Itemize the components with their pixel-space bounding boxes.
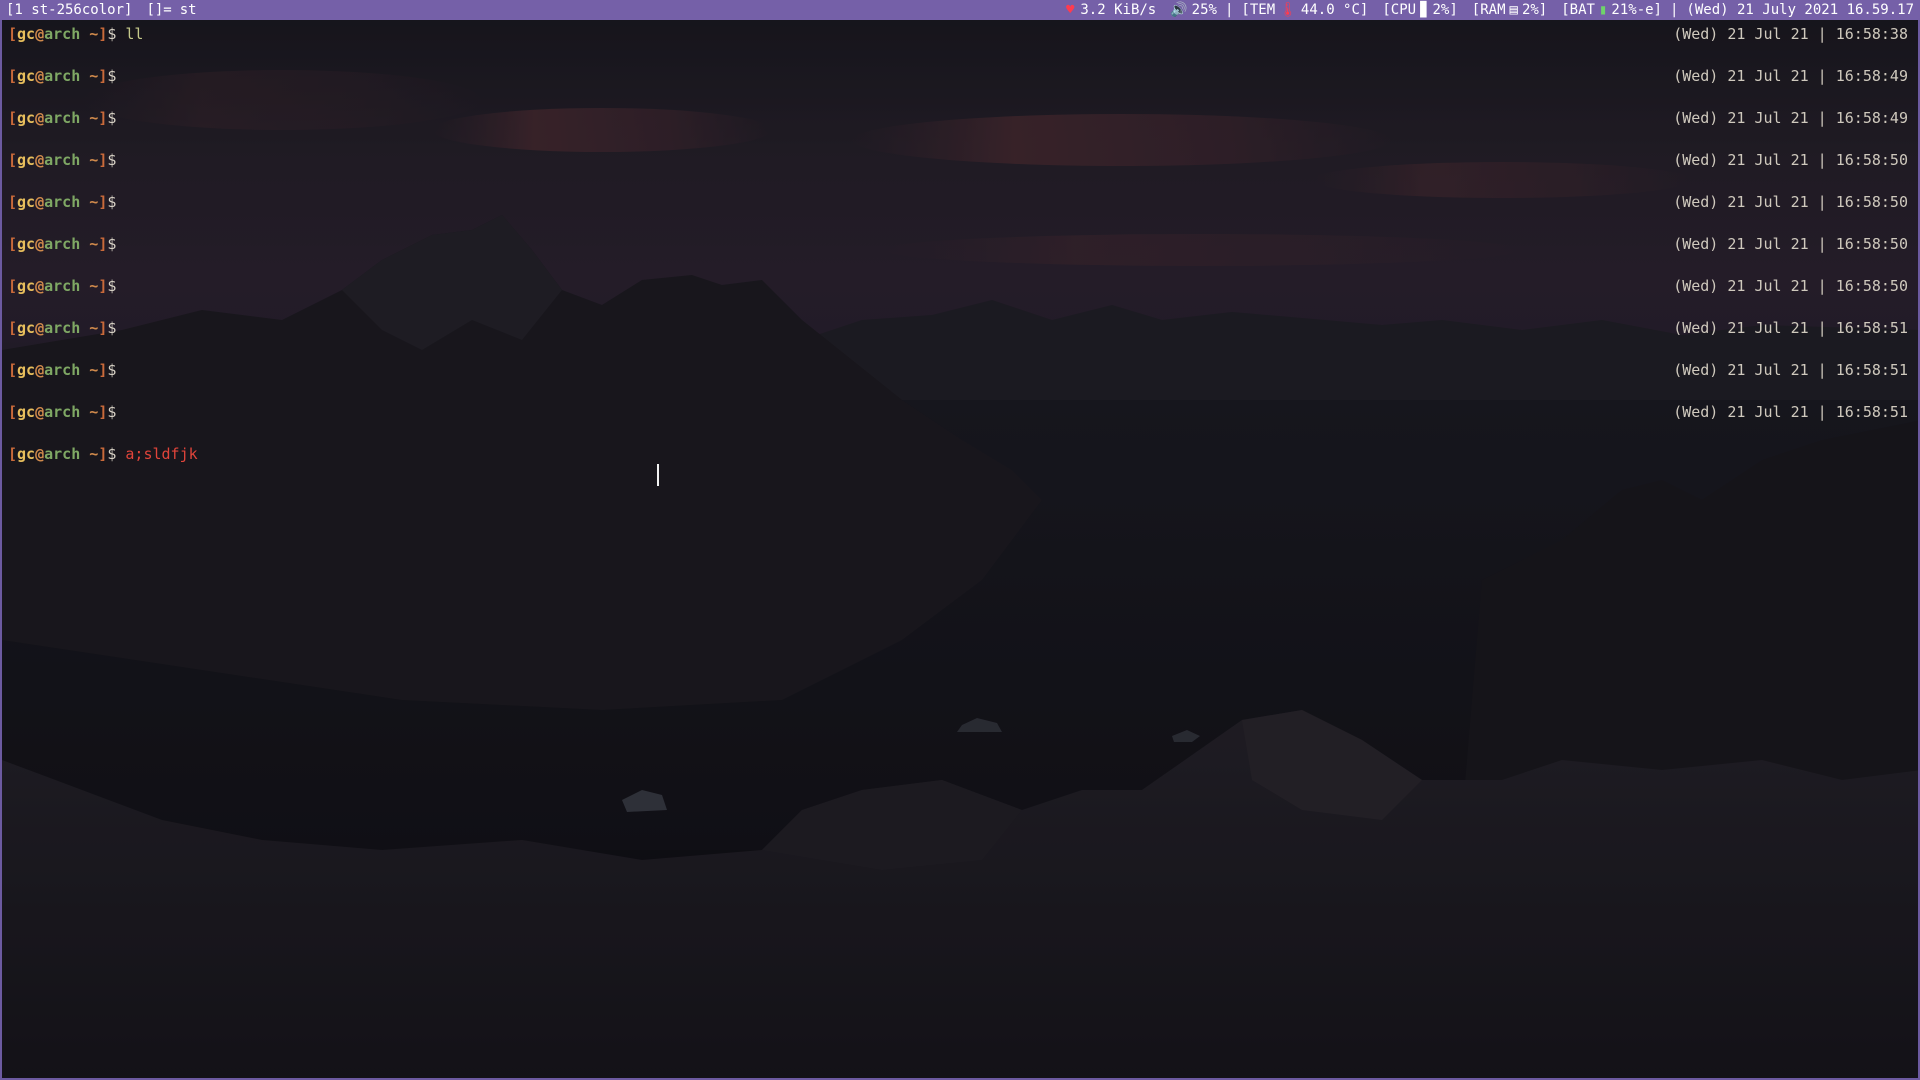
terminal-line: [gc@arch ~]$ (Wed) 21 Jul 21 | 16:58:50 [8,193,1908,235]
shell-prompt: [gc@arch ~]$ [8,193,117,211]
tag-indicator[interactable]: [1 st-256color] [6,0,132,20]
timestamp: (Wed) 21 Jul 21 | 16:58:50 [1673,235,1908,253]
shell-prompt: [gc@arch ~]$ [8,361,117,379]
separator: | [1669,2,1679,18]
timestamp: (Wed) 21 Jul 21 | 16:58:49 [1673,67,1908,85]
ram-icon: ▤ [1509,2,1518,18]
statusbar-right: ♥ 3.2 KiB/s 🔊 25% | [TEM 🌡 44.0 °C] [CPU… [1066,0,1914,20]
ram-label: [RAM [1471,2,1506,18]
cpu-icon: ▊ [1420,2,1429,18]
timestamp: (Wed) 21 Jul 21 | 16:58:50 [1673,277,1908,295]
command-input[interactable]: a;sldfjk [125,445,197,463]
window-title: st [179,2,197,18]
terminal-line: [gc@arch ~]$ ll (Wed) 21 Jul 21 | 16:58:… [8,25,1908,67]
statusbar-left: [1 st-256color] []= st [6,0,197,20]
volume-level: 25% [1191,2,1217,18]
command-text: ll [125,25,144,43]
terminal-line: [gc@arch ~]$ (Wed) 21 Jul 21 | 16:58:51 [8,361,1908,403]
terminal-line: [gc@arch ~]$ (Wed) 21 Jul 21 | 16:58:50 [8,235,1908,277]
timestamp: (Wed) 21 Jul 21 | 16:58:51 [1673,319,1908,337]
speaker-icon: 🔊 [1170,2,1188,18]
thermometer-icon: 🌡 [1279,2,1297,18]
shell-prompt: [gc@arch ~]$ [8,235,117,253]
temp-label: [TEM [1241,2,1276,18]
terminal-window[interactable]: [gc@arch ~]$ ll (Wed) 21 Jul 21 | 16:58:… [0,20,1920,1080]
heart-icon: ♥ [1065,2,1075,18]
separator: | [1224,2,1234,18]
cpu-label: [CPU [1382,2,1417,18]
shell-prompt: [gc@arch ~]$ [8,67,117,85]
terminal-line: [gc@arch ~]$ (Wed) 21 Jul 21 | 16:58:51 [8,319,1908,361]
clock: (Wed) 21 July 2021 16.59.17 [1686,2,1914,18]
shell-prompt: [gc@arch ~]$ [8,109,117,127]
cpu-value: 2%] [1432,2,1458,18]
shell-prompt: [gc@arch ~]$ ll [8,25,144,43]
timestamp: (Wed) 21 Jul 21 | 16:58:50 [1673,151,1908,169]
shell-prompt: [gc@arch ~]$ a;sldfjk [8,445,198,463]
terminal-line: [gc@arch ~]$ (Wed) 21 Jul 21 | 16:58:49 [8,67,1908,109]
terminal-input-line[interactable]: [gc@arch ~]$ a;sldfjk [8,445,1908,487]
battery-value: 21%-e] [1611,2,1662,18]
terminal-line: [gc@arch ~]$ (Wed) 21 Jul 21 | 16:58:50 [8,151,1908,193]
terminal-line: [gc@arch ~]$ (Wed) 21 Jul 21 | 16:58:51 [8,403,1908,445]
status-bar: [1 st-256color] []= st ♥ 3.2 KiB/s 🔊 25%… [0,0,1920,20]
temp-value: 44.0 °C] [1300,2,1369,18]
timestamp: (Wed) 21 Jul 21 | 16:58:38 [1673,25,1908,43]
shell-prompt: [gc@arch ~]$ [8,319,117,337]
terminal-line: [gc@arch ~]$ (Wed) 21 Jul 21 | 16:58:50 [8,277,1908,319]
terminal-line: [gc@arch ~]$ (Wed) 21 Jul 21 | 16:58:49 [8,109,1908,151]
terminal-scrollback: [gc@arch ~]$ ll (Wed) 21 Jul 21 | 16:58:… [8,25,1908,487]
net-speed: 3.2 KiB/s [1080,2,1157,18]
shell-prompt: [gc@arch ~]$ [8,403,117,421]
timestamp: (Wed) 21 Jul 21 | 16:58:49 [1673,109,1908,127]
layout-indicator[interactable]: []= [146,0,171,20]
shell-prompt: [gc@arch ~]$ [8,277,117,295]
battery-icon: ▮ [1598,2,1608,18]
mouse-ibeam-cursor [657,464,659,486]
timestamp: (Wed) 21 Jul 21 | 16:58:50 [1673,193,1908,211]
timestamp: (Wed) 21 Jul 21 | 16:58:51 [1673,403,1908,421]
timestamp: (Wed) 21 Jul 21 | 16:58:51 [1673,361,1908,379]
ram-value: 2%] [1521,2,1548,18]
battery-label: [BAT [1561,2,1595,18]
shell-prompt: [gc@arch ~]$ [8,151,117,169]
